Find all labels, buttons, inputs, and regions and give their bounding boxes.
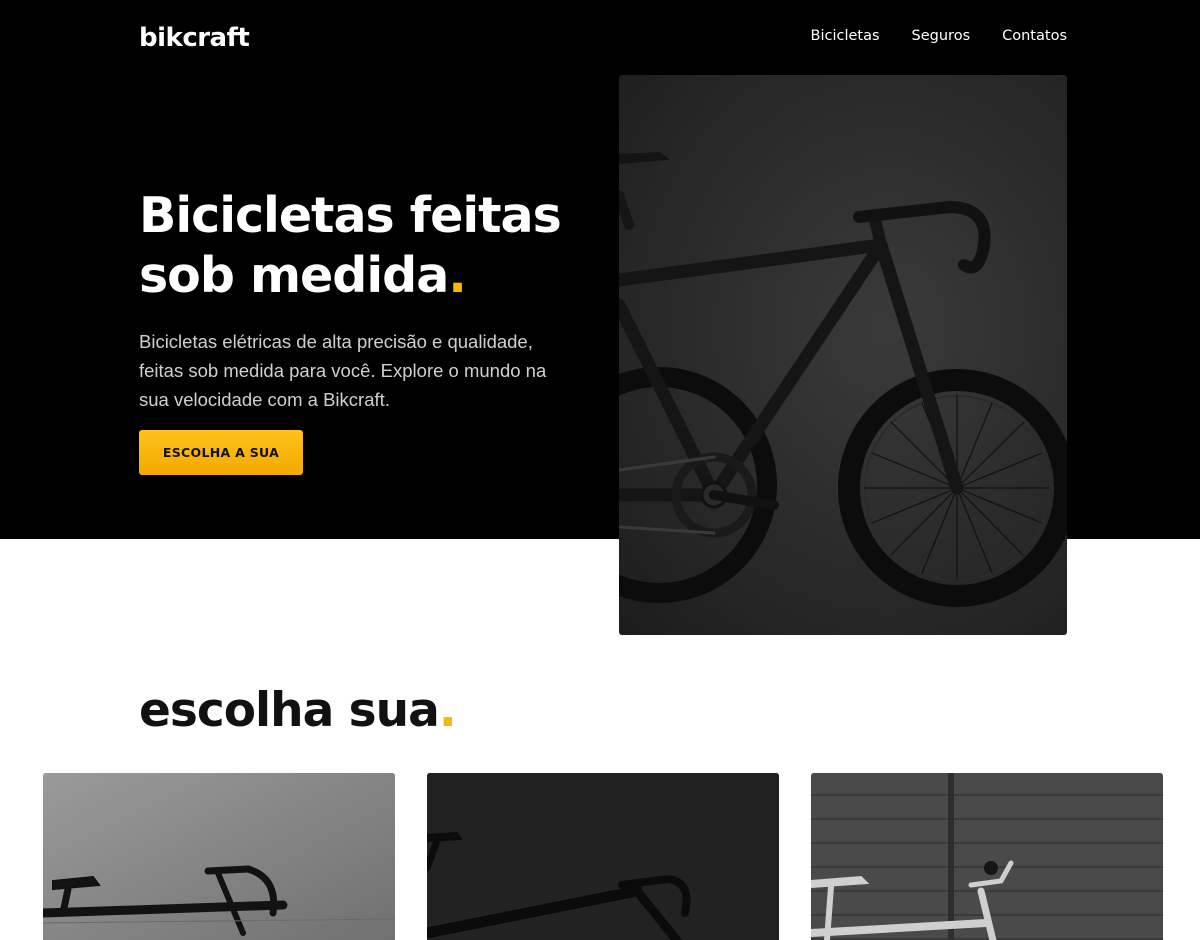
hero-description: Bicicletas elétricas de alta precisão e … xyxy=(139,331,547,410)
section-title-text: escolha sua xyxy=(139,683,440,738)
bicycle-image xyxy=(43,773,395,940)
main-nav: Bicicletas Seguros Contatos xyxy=(811,26,1068,46)
nav-link-contatos[interactable]: Contatos xyxy=(1002,26,1067,46)
bike-card-3[interactable] xyxy=(811,773,1163,940)
bicycle-illustration xyxy=(619,151,1067,607)
nav-link-seguros[interactable]: Seguros xyxy=(912,26,971,46)
bicycle-image xyxy=(811,773,1163,940)
hero-title-line2: sob medida xyxy=(139,247,449,304)
logo[interactable]: bikcraft xyxy=(139,20,250,56)
bike-card-1[interactable] xyxy=(43,773,395,940)
choose-yours-button[interactable]: ESCOLHA A SUA xyxy=(139,430,303,475)
hero-title: Bicicletas feitas sob medida. xyxy=(139,186,599,306)
section-title: escolha sua. xyxy=(139,678,457,744)
nav-link-bicicletas[interactable]: Bicicletas xyxy=(811,26,880,46)
hero-bicycle-image xyxy=(619,75,1067,635)
hero-title-dot: . xyxy=(448,247,467,304)
bike-card-2[interactable] xyxy=(427,773,779,940)
section-title-dot: . xyxy=(438,683,457,738)
bicycle-image xyxy=(427,773,779,940)
hero-title-line1: Bicicletas feitas xyxy=(139,187,562,244)
